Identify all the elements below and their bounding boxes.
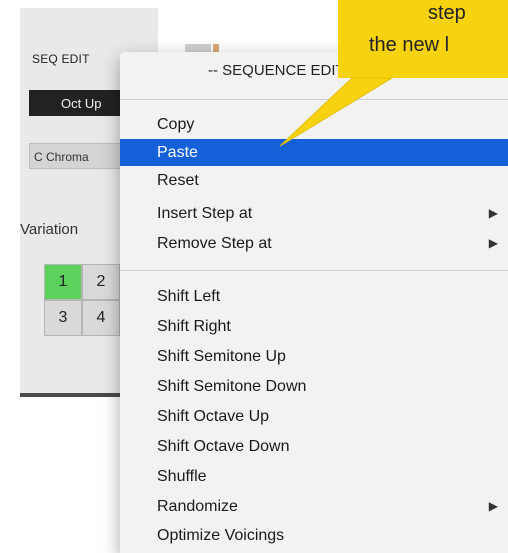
octave-up-button[interactable]: Oct Up	[29, 90, 129, 116]
scale-select[interactable]: C Chroma	[29, 143, 129, 169]
variation-button-3[interactable]: 3	[44, 300, 82, 336]
menu-item-label: Shift Octave Up	[157, 408, 270, 425]
menu-item-label: Shift Left	[157, 288, 221, 305]
variation-button-4[interactable]: 4	[82, 300, 120, 336]
variation-button-1[interactable]: 1	[44, 264, 82, 300]
menu-item-label: Insert Step at	[157, 205, 253, 222]
menu-item-shift-octave-down[interactable]: Shift Octave Down	[120, 433, 508, 460]
triangle-right-icon: ▶	[488, 206, 498, 220]
menu-item-label: Shift Semitone Up	[157, 348, 286, 365]
triangle-right-icon: ▶	[488, 236, 498, 250]
variation-label: Variation	[20, 221, 79, 238]
menu-item-paste[interactable]: Paste	[120, 139, 508, 166]
menu-item-copy[interactable]: Copy	[120, 111, 508, 138]
menu-item-label: Shift Right	[157, 318, 231, 335]
menu-separator	[120, 99, 508, 100]
seq-edit-title: SEQ EDIT	[32, 52, 90, 66]
menu-item-remove-step[interactable]: Remove Step at ▶	[120, 230, 508, 257]
variation-button-2[interactable]: 2	[82, 264, 120, 300]
callout-text-line-2: the new l	[369, 34, 450, 56]
triangle-right-icon: ▶	[488, 499, 498, 513]
menu-item-shift-semitone-up[interactable]: Shift Semitone Up	[120, 343, 508, 370]
menu-item-reset[interactable]: Reset	[120, 167, 508, 194]
menu-item-shift-semitone-down[interactable]: Shift Semitone Down	[120, 373, 508, 400]
menu-item-shift-right[interactable]: Shift Right	[120, 313, 508, 340]
menu-item-shift-left[interactable]: Shift Left	[120, 283, 508, 310]
menu-header: -- SEQUENCE EDIT --	[208, 62, 359, 79]
menu-item-label: Paste	[157, 144, 198, 161]
menu-separator	[120, 270, 508, 271]
menu-item-label: Shift Octave Down	[157, 438, 290, 455]
menu-item-label: Optimize Voicings	[157, 527, 285, 544]
menu-item-label: Randomize	[157, 498, 238, 515]
menu-item-label: Shuffle	[157, 468, 207, 485]
panel-bottom-edge	[20, 393, 120, 397]
menu-item-label: Shift Semitone Down	[157, 378, 307, 395]
callout-text-line-1: step	[428, 2, 466, 24]
menu-item-shift-octave-up[interactable]: Shift Octave Up	[120, 403, 508, 430]
menu-item-optimize-voicings[interactable]: Optimize Voicings	[120, 522, 508, 549]
menu-item-label: Reset	[157, 172, 199, 189]
menu-item-insert-step[interactable]: Insert Step at ▶	[120, 200, 508, 227]
menu-item-shuffle[interactable]: Shuffle	[120, 463, 508, 490]
menu-item-label: Remove Step at	[157, 235, 272, 252]
menu-item-randomize[interactable]: Randomize ▶	[120, 493, 508, 520]
menu-item-label: Copy	[157, 116, 195, 133]
